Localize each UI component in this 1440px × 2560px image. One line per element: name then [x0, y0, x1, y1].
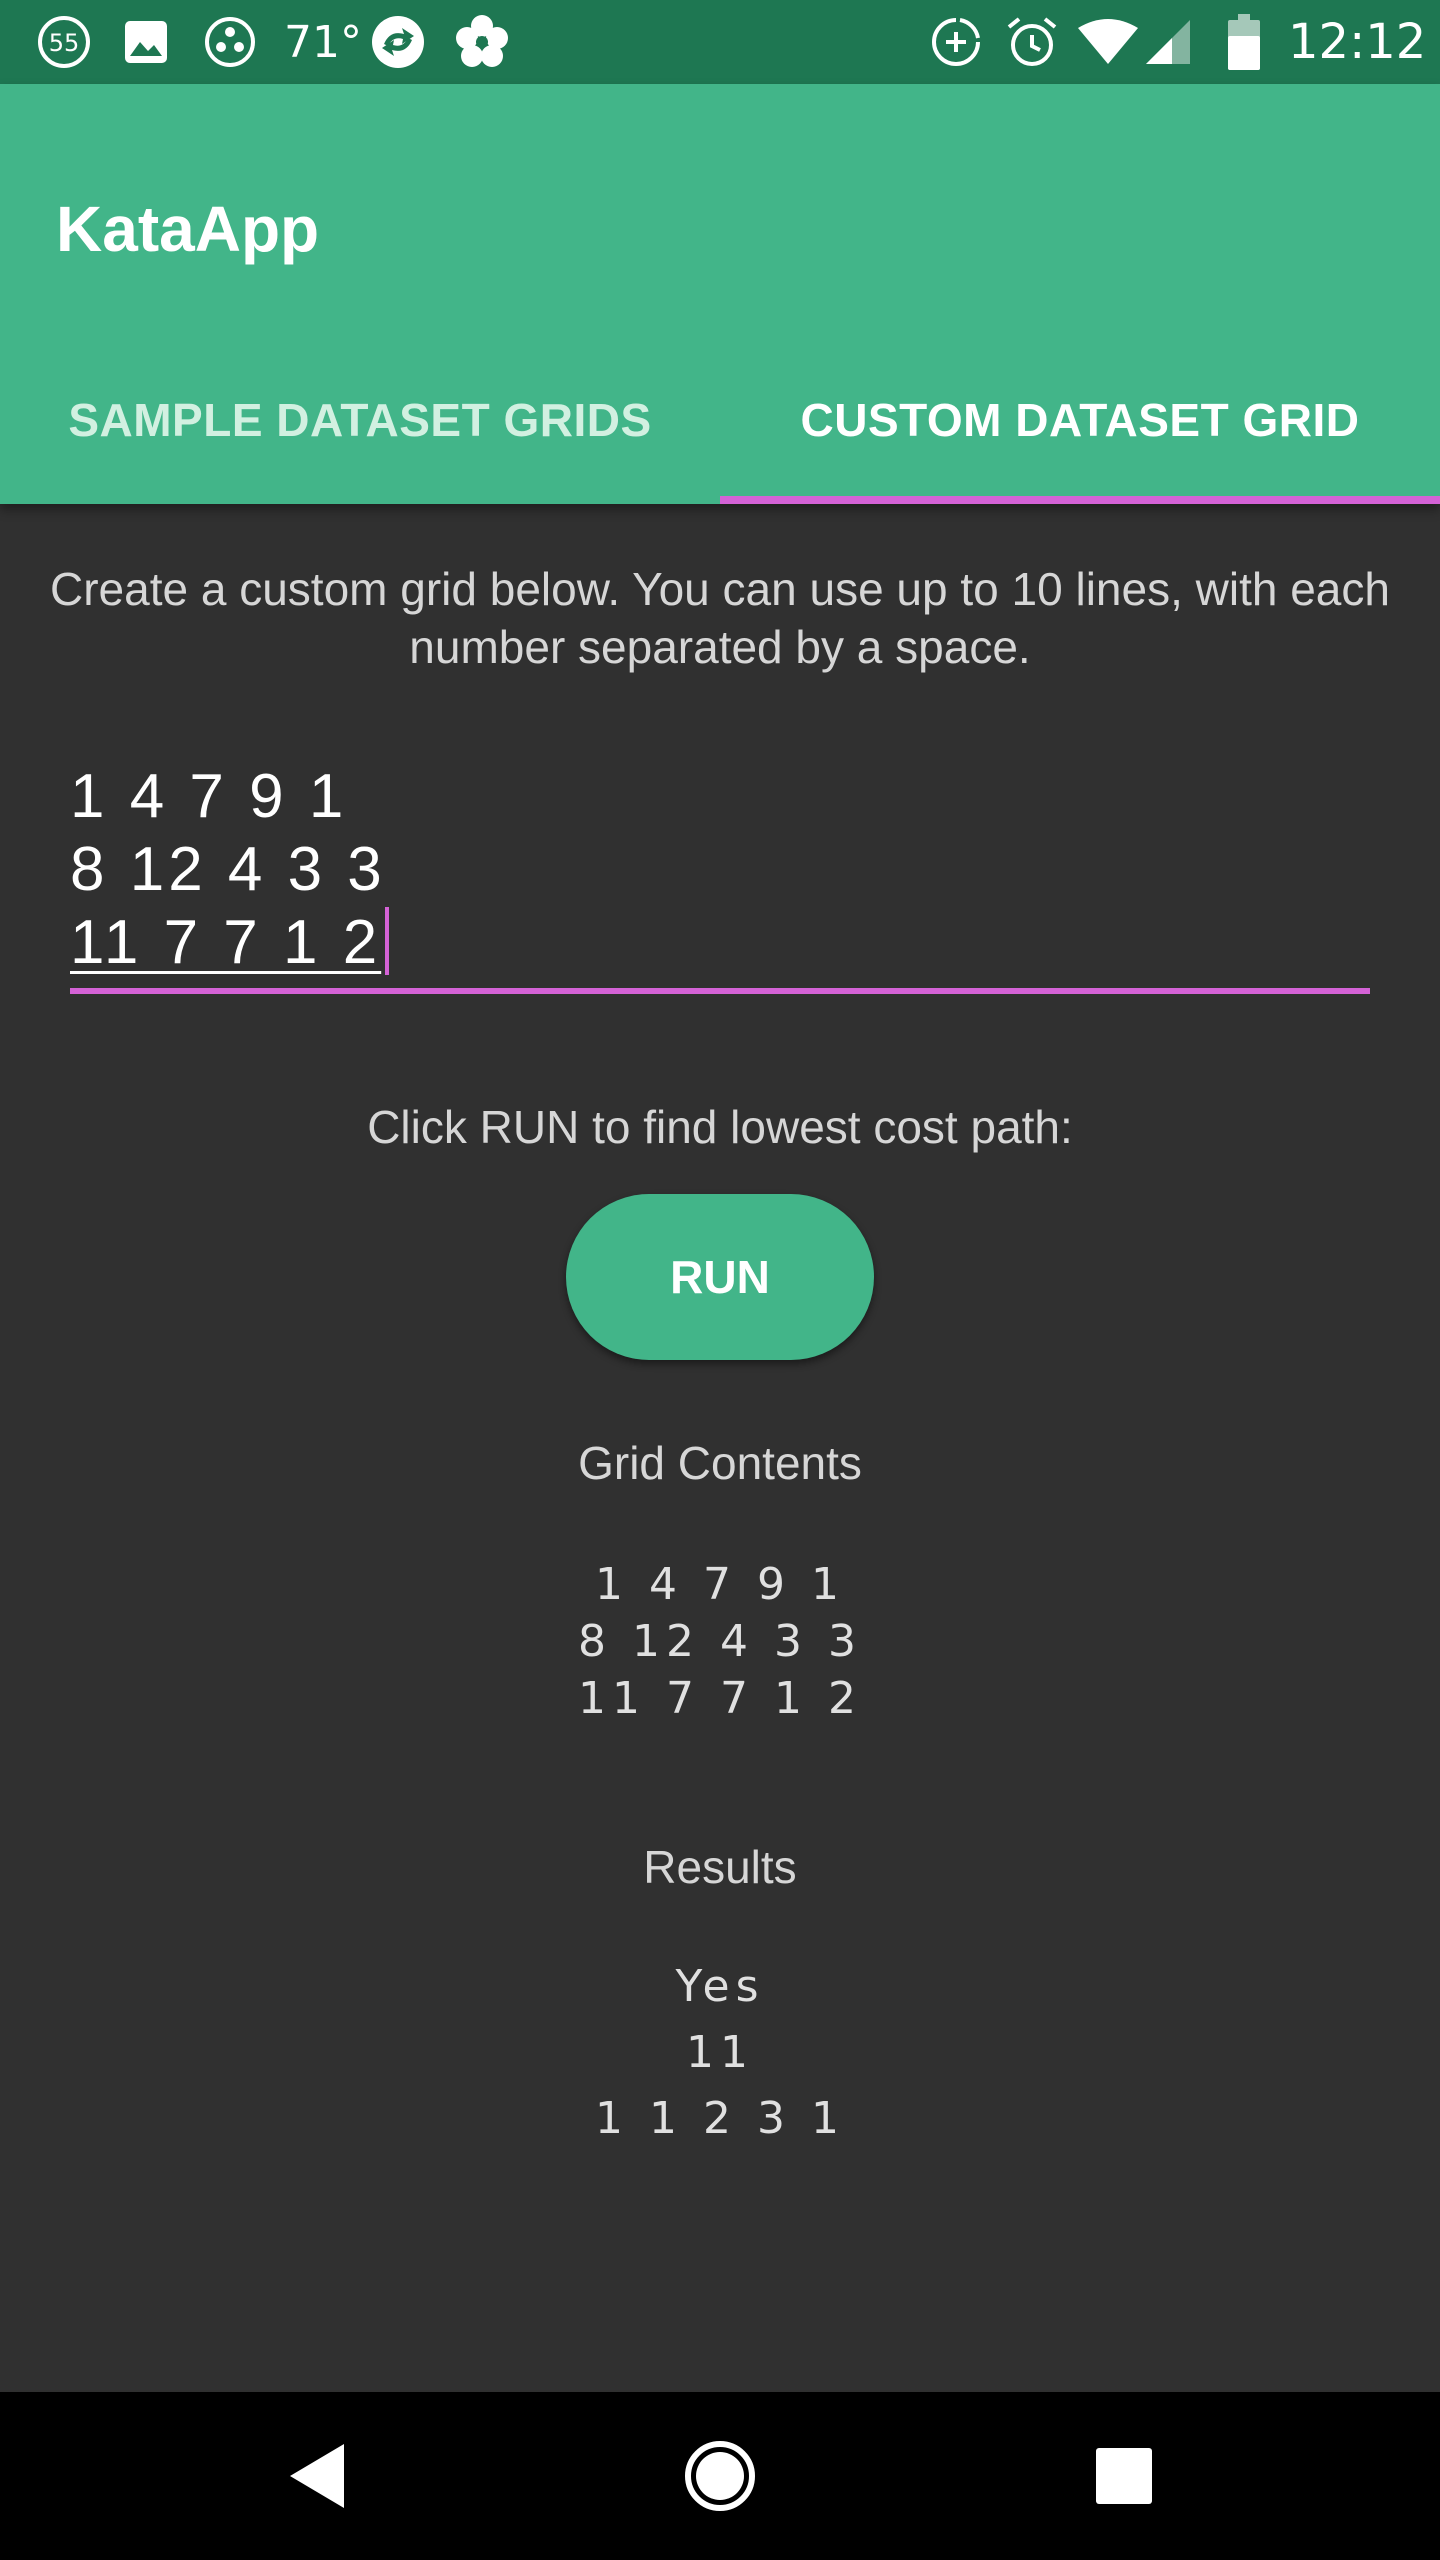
back-icon[interactable] — [268, 2426, 368, 2526]
run-button[interactable]: RUN — [566, 1194, 874, 1360]
clock-text: 12:12 — [1288, 14, 1427, 70]
sync-icon — [368, 12, 428, 72]
tab-selected-indicator — [720, 496, 1440, 504]
grid-contents-line: 11 7 7 1 2 — [578, 1673, 862, 1724]
home-icon[interactable] — [670, 2426, 770, 2526]
results-line: Yes — [675, 1961, 765, 2012]
tab-custom-dataset-grid-label: CUSTOM DATASET GRID — [800, 394, 1360, 446]
navigation-bar — [0, 2392, 1440, 2560]
wifi-icon — [1078, 12, 1138, 72]
dots-circle-icon — [200, 12, 260, 72]
grid-contents-heading: Grid Contents — [578, 1437, 862, 1489]
text-cursor — [385, 907, 390, 975]
recents-icon[interactable] — [1074, 2426, 1174, 2526]
status-bar: 55 71° 12:12 — [0, 0, 1440, 84]
grid-input-line: 8 12 4 3 3 — [70, 835, 386, 904]
signal-icon — [1142, 12, 1194, 72]
image-icon — [118, 12, 174, 72]
tab-bar: SAMPLE DATASET GRIDS CUSTOM DATASET GRID — [0, 336, 1440, 504]
battery-icon — [1224, 12, 1264, 72]
grid-contents-line: 1 4 7 9 1 — [595, 1559, 845, 1610]
grid-input-last-line: 11 7 7 1 2 — [70, 906, 1370, 979]
results-line: 1 1 2 3 1 — [595, 2093, 845, 2144]
flower-icon — [450, 12, 514, 72]
instructions-text: Create a custom grid below. You can use … — [50, 563, 1390, 673]
grid-input-line: 11 7 7 1 2 — [70, 908, 382, 977]
results-output: Yes 11 1 1 2 3 1 — [0, 1954, 1440, 2152]
notification-count: 55 — [49, 29, 80, 57]
grid-input-line: 1 4 7 9 1 — [70, 762, 348, 831]
data-saver-icon — [928, 12, 984, 72]
grid-contents-line: 8 12 4 3 3 — [578, 1616, 862, 1667]
notification-badge-icon: 55 — [34, 12, 94, 72]
results-line: 11 — [686, 2027, 754, 2078]
app-bar: KataApp SAMPLE DATASET GRIDS CUSTOM DATA… — [0, 84, 1440, 504]
alarm-icon — [1004, 12, 1060, 72]
temperature-text: 71° — [284, 16, 362, 68]
tab-sample-dataset-grids[interactable]: SAMPLE DATASET GRIDS — [0, 336, 720, 504]
grid-input-field[interactable]: 1 4 7 9 1 8 12 4 3 3 11 7 7 1 2 — [70, 760, 1370, 1000]
grid-contents-output: 1 4 7 9 1 8 12 4 3 3 11 7 7 1 2 — [0, 1556, 1440, 1727]
grid-input-text[interactable]: 1 4 7 9 1 8 12 4 3 3 11 7 7 1 2 — [70, 760, 1370, 979]
run-prompt-text: Click RUN to find lowest cost path: — [367, 1101, 1073, 1153]
tab-custom-dataset-grid[interactable]: CUSTOM DATASET GRID — [720, 336, 1440, 504]
input-underline — [70, 988, 1370, 994]
app-title: KataApp — [56, 193, 320, 265]
results-heading: Results — [643, 1841, 797, 1893]
